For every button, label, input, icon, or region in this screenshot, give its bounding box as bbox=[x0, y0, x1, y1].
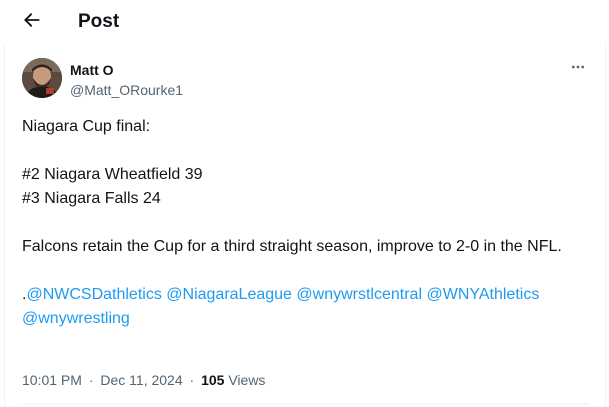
mention-link[interactable]: @NWCSDathletics bbox=[26, 286, 161, 303]
more-options-button[interactable] bbox=[566, 59, 590, 79]
tweet-paragraph: Falcons retain the Cup for a third strai… bbox=[22, 238, 562, 255]
meta-separator: · bbox=[189, 372, 195, 388]
views-label: Views bbox=[228, 372, 266, 388]
divider bbox=[22, 403, 588, 404]
mention-link[interactable]: @wnywrstlcentral bbox=[296, 286, 422, 303]
author-handle[interactable]: @Matt_ORourke1 bbox=[70, 81, 183, 99]
mention-link[interactable]: @NiagaraLeague bbox=[166, 286, 292, 303]
back-button[interactable] bbox=[18, 8, 46, 36]
views-count: 105 bbox=[201, 372, 225, 388]
tweet-text: Niagara Cup final: #2 Niagara Wheatfield… bbox=[22, 115, 582, 331]
mentions-line: .@NWCSDathletics @NiagaraLeague @wnywrst… bbox=[22, 283, 582, 331]
top-bar: Post bbox=[0, 0, 609, 44]
tweet-line: Niagara Cup final: bbox=[22, 118, 151, 135]
more-horizontal-icon bbox=[570, 59, 586, 80]
tweet-time[interactable]: 10:01 PM bbox=[22, 372, 82, 388]
avatar[interactable] bbox=[22, 58, 62, 98]
column-border-left bbox=[4, 44, 5, 407]
tweet-date[interactable]: Dec 11, 2024 bbox=[100, 372, 182, 388]
tweet-line: #3 Niagara Falls 24 bbox=[22, 190, 161, 207]
arrow-left-icon bbox=[22, 10, 42, 35]
meta-separator: · bbox=[88, 372, 94, 388]
author-name[interactable]: Matt O bbox=[70, 61, 114, 79]
mention-link[interactable]: @wnywrestling bbox=[22, 310, 130, 327]
mention-link[interactable]: @WNYAthletics bbox=[426, 286, 539, 303]
column-border-right bbox=[605, 44, 606, 407]
page-title: Post bbox=[78, 11, 120, 32]
tweet-line: #2 Niagara Wheatfield 39 bbox=[22, 166, 203, 183]
tweet-meta: 10:01 PM · Dec 11, 2024 · 105 Views bbox=[22, 371, 265, 389]
